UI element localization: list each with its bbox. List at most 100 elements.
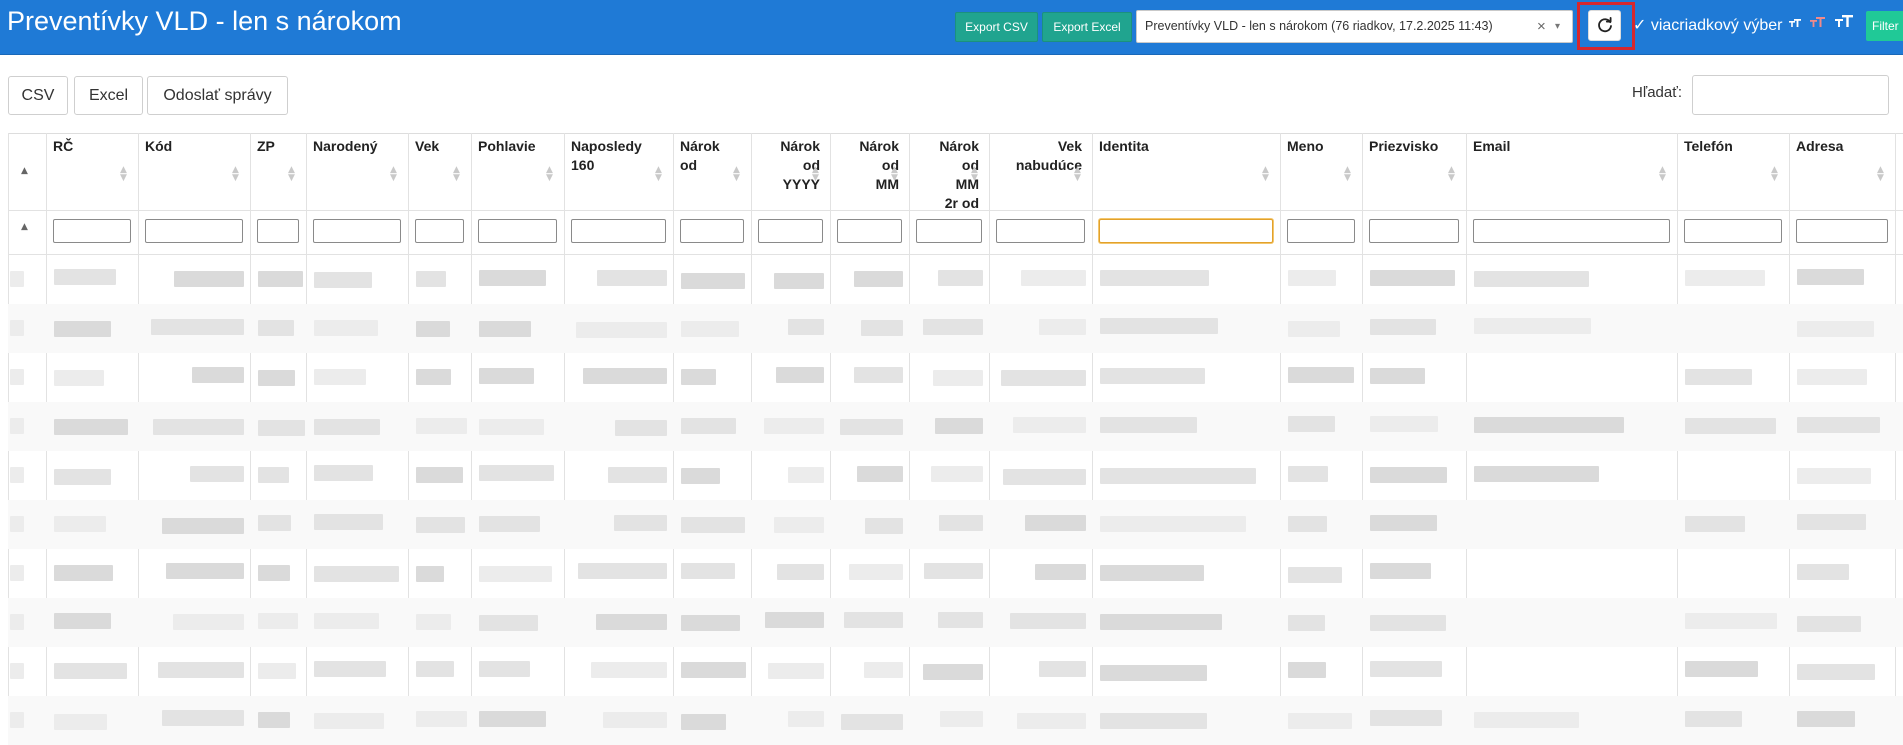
refresh-button[interactable] [1588,10,1621,41]
table-cell-redacted [258,370,295,386]
font-size-small-icon[interactable] [1788,16,1802,30]
column-header[interactable]: Pohlavie [478,137,536,156]
table-cell-redacted [258,467,289,483]
filter-button[interactable]: Filter [1866,11,1903,41]
column-header[interactable]: Vek [415,137,439,156]
column-header[interactable]: Telefón [1684,137,1733,156]
chevron-down-icon[interactable]: ▾ [1555,11,1560,42]
sort-icon[interactable]: ▲ ▼ [1877,166,1884,183]
column-header[interactable]: Email [1473,137,1510,156]
row-select-cell[interactable] [10,565,24,581]
table-row[interactable] [8,696,1903,745]
column-filter-input[interactable] [1796,219,1888,243]
sort-icon[interactable]: ▲ ▼ [288,166,295,183]
sort-icon[interactable]: ▲ ▼ [232,166,239,183]
column-filter-input[interactable] [916,219,982,243]
column-filter-input[interactable] [257,219,299,243]
column-filter-input[interactable] [1369,219,1459,243]
excel-button[interactable]: Excel [74,76,143,115]
csv-button[interactable]: CSV [8,76,68,115]
column-filter-input[interactable] [478,219,557,243]
sort-icon[interactable]: ▲ ▼ [1074,166,1081,183]
column-header[interactable]: Meno [1287,137,1324,156]
column-filter-input[interactable] [415,219,464,243]
table-cell-redacted [854,271,903,287]
font-size-medium-icon[interactable] [1809,14,1826,31]
table-row[interactable] [8,647,1903,696]
column-filter-input[interactable] [837,219,902,243]
table-row[interactable] [8,451,1903,500]
sort-icon[interactable]: ▲ ▼ [1344,166,1351,183]
row-select-cell[interactable] [10,712,24,728]
table-row[interactable] [8,598,1903,647]
row-select-cell[interactable] [10,271,24,287]
table-row[interactable] [8,255,1903,304]
column-header[interactable]: Nárok od [680,137,720,175]
font-size-large-icon[interactable] [1834,12,1854,32]
sort-icon[interactable]: ▲ ▼ [390,166,397,183]
row-select-cell[interactable] [10,516,24,532]
table-cell-redacted [583,368,667,384]
column-header[interactable]: Nárok od MM 2r od [909,137,979,213]
column-filter-input[interactable] [758,219,823,243]
row-select-cell[interactable] [10,663,24,679]
column-filter-input[interactable] [571,219,666,243]
table-row[interactable] [8,500,1903,549]
table-row[interactable] [8,353,1903,402]
sort-icon[interactable]: ▲ ▼ [1659,166,1666,183]
table-row[interactable] [8,402,1903,451]
column-filter-input[interactable] [145,219,243,243]
column-filter-input[interactable] [1684,219,1782,243]
sort-icon[interactable]: ▲ ▼ [812,166,819,183]
column-header[interactable]: Kód [145,137,172,156]
column-filter-input[interactable] [996,219,1085,243]
table-cell-redacted [1797,369,1867,385]
sort-icon[interactable]: ▲ ▼ [453,166,460,183]
table-cell-redacted [1370,319,1436,335]
column-header[interactable]: Naposledy 160 [571,137,642,175]
sort-icon[interactable]: ▲ ▼ [971,166,978,183]
sort-icon[interactable]: ▲ ▼ [891,166,898,183]
row-select-cell[interactable] [10,614,24,630]
multirow-select-toggle[interactable]: ✓ viacriadkový výber [1633,14,1782,38]
row-select-cell[interactable] [10,467,24,483]
table-cell-redacted [162,518,244,534]
column-filter-input[interactable] [1287,219,1355,243]
search-input[interactable] [1692,75,1889,115]
row-select-cell[interactable] [10,369,24,385]
column-header[interactable]: Adresa [1796,137,1843,156]
column-header[interactable]: Vek nabudúce [989,137,1082,175]
column-filter-input[interactable] [53,219,131,243]
export-excel-button[interactable]: Export Excel [1042,12,1132,42]
column-header[interactable]: Identita [1099,137,1149,156]
sort-icon[interactable]: ▲ ▼ [733,166,740,183]
export-csv-button[interactable]: Export CSV [955,12,1038,42]
table-cell-redacted [1685,418,1776,434]
row-select-cell[interactable] [10,320,24,336]
table-row[interactable] [8,304,1903,353]
table-row[interactable] [8,549,1903,598]
column-header[interactable]: Nárok od MM [830,137,899,194]
sort-icon[interactable]: ▲ ▼ [655,166,662,183]
sort-icon[interactable]: ▲ ▼ [120,166,127,183]
column-header[interactable]: Priezvisko [1369,137,1438,156]
row-select-cell[interactable] [10,418,24,434]
table-cell-redacted [1100,318,1218,334]
clear-icon[interactable]: × [1537,11,1546,42]
column-filter-input[interactable] [1473,219,1670,243]
sort-icon[interactable]: ▲ ▼ [1771,166,1778,183]
column-filter-input[interactable] [1099,219,1273,243]
column-header[interactable]: ZP [257,137,275,156]
column-filter-input[interactable] [680,219,744,243]
column-filter-input[interactable] [313,219,401,243]
sort-icon[interactable]: ▲ ▼ [1262,166,1269,183]
column-header[interactable]: Nárok od YYYY [751,137,820,194]
sort-icon[interactable]: ▲ ▼ [1448,166,1455,183]
column-header[interactable]: RČ [53,137,73,156]
sort-icon[interactable]: ▲ ▼ [546,166,553,183]
select-all-sort-icon[interactable]: ▲ [21,166,28,176]
send-messages-button[interactable]: Odoslať správy [147,76,288,115]
column-header[interactable]: Narodený [313,137,378,156]
preset-select[interactable]: Preventívky VLD - len s nárokom (76 riad… [1136,10,1573,43]
filter-row-sort-icon[interactable]: ▲ [21,222,28,232]
